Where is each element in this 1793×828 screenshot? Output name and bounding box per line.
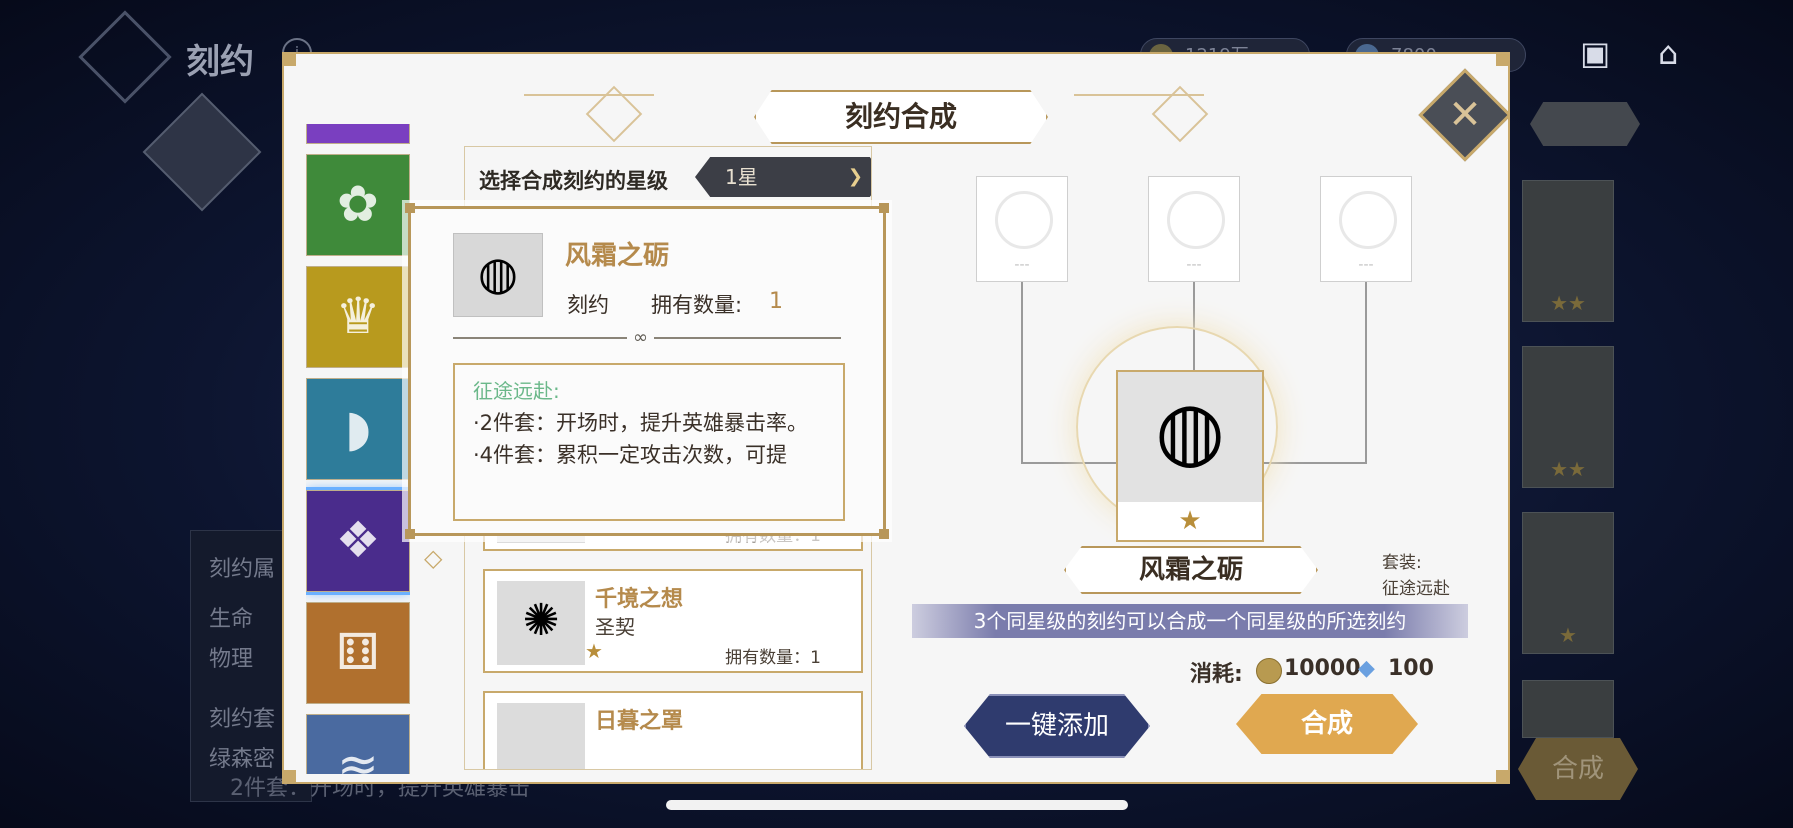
material-slot[interactable]: --- — [976, 176, 1068, 282]
coin-icon — [1256, 658, 1282, 684]
modal-corner — [284, 770, 296, 782]
title-ornament-line — [524, 94, 654, 96]
connector-line — [1264, 462, 1367, 464]
item-image: ✺ — [497, 581, 585, 665]
background-avatar — [142, 92, 262, 212]
background-logo — [78, 10, 172, 104]
wave-item-thumbnail[interactable]: ≈ — [306, 714, 410, 774]
empty-slot-icon — [995, 191, 1053, 249]
cost-gold: 10000 — [1284, 656, 1361, 681]
modal-corner — [284, 54, 296, 66]
shell-item-thumbnail[interactable]: ◗ — [306, 378, 410, 480]
chat-icon[interactable]: ▣ — [1580, 34, 1610, 72]
tooltip-owned-label: 拥有数量: — [651, 293, 743, 317]
star-level-value: 1星 — [725, 165, 758, 189]
mask-item-thumbnail[interactable]: ❖ — [306, 487, 410, 595]
dice-item-thumbnail[interactable]: ⚅ — [306, 602, 410, 704]
set-bonus-2: ·2件套：开场时，提升英雄暴击率。 — [473, 411, 809, 435]
tooltip-corner — [879, 529, 889, 539]
item-star: ★ — [585, 639, 603, 663]
tooltip-corner — [405, 203, 415, 213]
panel-line: 刻约属 — [209, 557, 276, 582]
mirror-icon: ◍ — [1155, 384, 1225, 477]
item-icon: ✺ — [522, 595, 560, 646]
background-card[interactable] — [1522, 680, 1614, 738]
mask-icon: ❖ — [335, 511, 381, 569]
cost-label: 消耗: — [1190, 662, 1243, 687]
home-icon[interactable]: ⌂ — [1658, 34, 1678, 72]
star-level-dropdown[interactable]: 1星 ❯ — [695, 157, 871, 197]
panel-line: 生命 — [209, 607, 254, 632]
tooltip-item-image: ◍ — [453, 233, 543, 317]
shell-icon: ◗ — [344, 399, 372, 457]
panel-line: 物理 — [209, 647, 254, 672]
connector-line — [1365, 282, 1367, 464]
close-button[interactable]: ✕ — [1418, 68, 1508, 162]
list-item[interactable]: 日暮之罩 — [483, 691, 863, 769]
flower-item-thumbnail[interactable]: ✿ — [306, 154, 410, 256]
tooltip-item-type: 刻约 — [567, 293, 609, 317]
background-card[interactable]: ★★ — [1522, 346, 1614, 488]
auto-add-button[interactable]: 一键添加 — [964, 694, 1150, 758]
slot-placeholder: --- — [1358, 257, 1374, 273]
slot-placeholder: --- — [1186, 257, 1202, 273]
tooltip-item-name: 风霜之砺 — [565, 241, 670, 271]
crown-item-thumbnail[interactable]: ♛ — [306, 266, 410, 368]
slot-placeholder: --- — [1014, 257, 1030, 273]
empty-slot-icon — [1167, 191, 1225, 249]
card-stars: ★ — [1559, 623, 1577, 647]
combine-button[interactable]: 合成 — [1236, 694, 1418, 754]
divider-ornament: ∞ — [627, 327, 654, 348]
modal-corner — [1496, 770, 1508, 782]
crown-icon: ♛ — [335, 287, 381, 345]
tooltip-corner — [879, 203, 889, 213]
flower-icon: ✿ — [337, 175, 379, 233]
item-tooltip: ◍ 风霜之砺 刻约 拥有数量: 1 ∞ 征途远赴: ·2件套：开场时，提升英雄暴… — [405, 203, 889, 539]
background-mask-icon — [1530, 102, 1640, 146]
thumbnail[interactable] — [306, 124, 410, 144]
card-stars: ★★ — [1550, 291, 1586, 315]
suit-value: 征途远赴 — [1382, 579, 1450, 599]
item-name: 千境之想 — [595, 587, 684, 612]
background-title: 刻约 — [186, 42, 254, 82]
panel-line: 刻约套 — [209, 707, 276, 732]
background-card[interactable]: ★★ — [1522, 180, 1614, 322]
card-stars: ★★ — [1550, 457, 1586, 481]
empty-slot-icon — [1339, 191, 1397, 249]
synthesis-info: 3个同星级的刻约可以合成一个同星级的所选刻约 — [912, 604, 1468, 638]
dice-icon: ⚅ — [336, 623, 380, 681]
result-star: ★ — [1118, 502, 1262, 540]
item-thumbnail-list[interactable]: ✿ ♛ ◗ ❖ ⚅ ≈ — [306, 124, 410, 774]
chevron-down-icon: ❯ — [847, 166, 863, 187]
result-name: 风霜之砺 — [1064, 546, 1318, 594]
list-item[interactable]: ✺ 千境之想 圣契 ★ 拥有数量：1 — [483, 569, 863, 673]
set-bonus-4: ·4件套：累积一定攻击次数，可提 — [473, 443, 788, 467]
suit-label: 套装: — [1382, 553, 1422, 573]
item-owned-count: 拥有数量：1 — [725, 648, 821, 668]
item-image — [497, 703, 585, 769]
panel-line: 绿森密 — [209, 747, 276, 772]
material-slot[interactable]: --- — [1320, 176, 1412, 282]
material-slot[interactable]: --- — [1148, 176, 1240, 282]
modal-corner — [1496, 54, 1508, 66]
item-name: 日暮之罩 — [595, 709, 684, 734]
tooltip-set-description: 征途远赴: ·2件套：开场时，提升英雄暴击率。 ·4件套：累积一定攻击次数，可提 — [453, 363, 845, 521]
home-indicator[interactable] — [666, 800, 1128, 810]
set-name: 征途远赴: — [473, 379, 560, 403]
item-type: 圣契 — [595, 615, 635, 639]
result-item[interactable]: ◍ ★ — [1116, 370, 1264, 542]
connector-line — [1021, 282, 1023, 464]
modal-title: 刻约合成 — [754, 90, 1048, 144]
background-card[interactable]: ★ — [1522, 512, 1614, 654]
background-combine-button[interactable]: 合成 — [1518, 738, 1638, 800]
mirror-icon: ◍ — [477, 246, 519, 300]
cost-gem: 100 — [1388, 656, 1434, 681]
close-icon: ✕ — [1448, 92, 1482, 138]
wave-icon: ≈ — [337, 735, 379, 774]
tooltip-corner — [405, 529, 415, 539]
tooltip-owned-value: 1 — [769, 289, 783, 314]
star-level-label: 选择合成刻约的星级 — [479, 169, 668, 193]
gem-icon: ◆ — [1358, 656, 1375, 681]
chevron-right-icon: ◇ — [424, 544, 443, 572]
